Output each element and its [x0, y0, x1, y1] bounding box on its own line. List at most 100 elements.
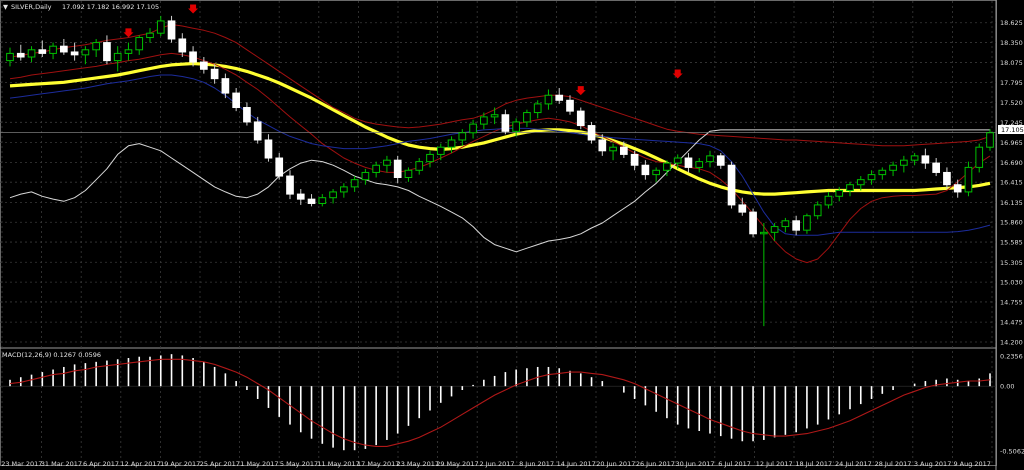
candle-body: [835, 189, 844, 197]
date-tick-label: 12 Jul 2017: [756, 460, 793, 468]
candle-body: [426, 153, 434, 163]
candle-body: [383, 159, 391, 166]
candle-body: [167, 20, 176, 40]
candle-body: [587, 125, 596, 141]
candle-body: [716, 155, 725, 166]
candle-body: [630, 153, 639, 166]
candle-body: [264, 139, 273, 159]
candle-body: [275, 157, 284, 177]
candle-body: [103, 42, 111, 62]
candle-body: [706, 155, 714, 163]
price-tick-label: 17.795: [1000, 79, 1023, 87]
candle-body: [27, 49, 36, 58]
candle-body: [156, 20, 165, 34]
candle-body: [932, 162, 940, 173]
candle-body: [738, 204, 747, 213]
candle-body: [598, 139, 607, 152]
candle-body: [221, 78, 230, 94]
candle-body: [340, 186, 348, 193]
price-tick-label: 16.135: [1000, 199, 1023, 207]
candle-body: [544, 94, 553, 105]
candle[interactable]: [727, 161, 736, 209]
symbol-title: SILVER,Daily: [11, 3, 52, 11]
candle-body: [878, 169, 887, 176]
candle[interactable]: [587, 121, 596, 144]
candle-body: [889, 164, 897, 171]
candle-body: [781, 220, 790, 228]
candle-body: [641, 164, 650, 176]
date-tick-label: 3 Aug 2017: [914, 460, 952, 468]
price-tick-label: 15.860: [1000, 219, 1023, 227]
candle-body: [307, 198, 316, 204]
candle-body: [576, 110, 585, 127]
candle-body: [200, 61, 208, 70]
date-tick-label: 1 May 2017: [240, 460, 278, 468]
candle-body: [415, 161, 424, 171]
candle-body: [113, 52, 122, 62]
candle[interactable]: [986, 129, 994, 151]
price-tick-label: 16.965: [1000, 139, 1023, 147]
candle-body: [523, 112, 531, 123]
candle-body: [232, 92, 240, 109]
candle-body: [760, 231, 768, 235]
candle-body: [458, 132, 467, 141]
candle-body: [296, 193, 305, 200]
candle-body: [953, 184, 962, 193]
candle-body: [566, 99, 574, 112]
candle-body: [16, 52, 25, 58]
date-tick-label: 2 Jun 2017: [480, 460, 515, 468]
macd-tick-label: -0.5062: [1000, 448, 1024, 456]
date-tick-label: 26 Jun 2017: [636, 460, 675, 468]
candle-body: [910, 155, 919, 161]
candle-body: [813, 204, 822, 217]
candle-body: [447, 139, 456, 148]
candle[interactable]: [749, 208, 757, 238]
candle[interactable]: [576, 107, 585, 130]
date-tick-label: 11 May 2017: [317, 460, 359, 468]
candle-body: [329, 191, 337, 199]
date-tick-label: 29 May 2017: [436, 460, 478, 468]
candle-body: [92, 42, 100, 51]
date-tick-label: 9 Aug 2017: [953, 460, 991, 468]
macd-tick-label: 0.2356: [1000, 353, 1023, 361]
date-tick-label: 28 Jul 2017: [875, 460, 912, 468]
header-arrow-icon[interactable]: ▼: [3, 3, 8, 11]
price-tick-label: 16.690: [1000, 159, 1023, 167]
candle-body: [964, 166, 973, 193]
candle-body: [900, 159, 908, 166]
trading-chart[interactable]: 18.62518.35018.07517.79517.52017.24516.9…: [0, 0, 1024, 470]
candle-body: [135, 37, 144, 51]
candle-body: [609, 146, 617, 152]
candle-body: [146, 32, 154, 39]
candle-body: [770, 226, 779, 233]
candle-body: [792, 220, 800, 231]
price-tick-label: 14.200: [1000, 339, 1023, 347]
macd-title: MACD(12,26,9) 0.1267 0.0596: [2, 351, 101, 359]
candle-body: [436, 146, 445, 155]
price-tick-label: 15.585: [1000, 239, 1023, 247]
candle-body: [501, 114, 510, 132]
ohlc-readout: 17.092 17.182 16.992 17.105: [62, 3, 159, 11]
candle-body: [652, 169, 660, 176]
candle-body: [243, 107, 251, 123]
macd-tick-label: 0.00: [1000, 383, 1014, 391]
chart-background: [0, 0, 1024, 470]
candle-body: [803, 215, 811, 231]
candle-body: [727, 164, 736, 206]
candle-body: [286, 175, 294, 195]
candle-body: [856, 179, 865, 186]
date-tick-label: 18 Jul 2017: [795, 460, 832, 468]
date-tick-label: 23 Mar 2017: [1, 460, 42, 468]
candle-body: [867, 174, 876, 181]
candle-body: [620, 146, 628, 155]
price-tick-label: 15.305: [1000, 259, 1023, 267]
candle-body: [361, 171, 370, 181]
candle-body: [684, 157, 693, 168]
candle-body: [6, 52, 14, 62]
date-tick-label: 23 May 2017: [397, 460, 439, 468]
date-tick-label: 30 Jun 2017: [675, 460, 714, 468]
price-tick-label: 14.755: [1000, 298, 1023, 306]
date-tick-label: 14 Jun 2017: [557, 460, 596, 468]
date-tick-label: 6 Jul 2017: [718, 460, 751, 468]
candle-body: [469, 123, 477, 134]
